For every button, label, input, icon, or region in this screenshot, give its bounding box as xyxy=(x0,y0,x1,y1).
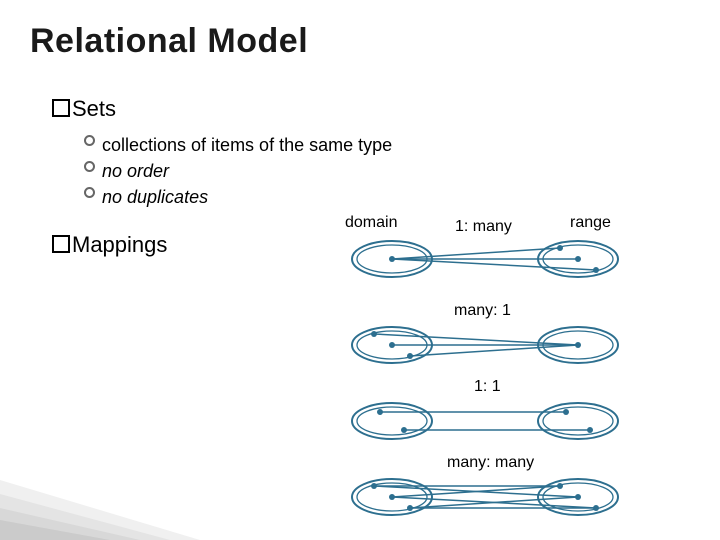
list-item-label: collections of items of the same type xyxy=(102,135,392,155)
slide: Relational Model Sets collections of ite… xyxy=(0,0,720,540)
list-item: collections of items of the same type xyxy=(84,132,392,158)
diagram-1-many xyxy=(350,234,630,284)
bullet-sets-label: Sets xyxy=(72,96,116,121)
bullet-sets: Sets xyxy=(52,96,116,122)
ring-bullet-icon xyxy=(84,135,95,146)
bullet-mappings: Mappings xyxy=(52,232,167,258)
ring-bullet-icon xyxy=(84,187,95,198)
label-1-1: 1: 1 xyxy=(474,378,501,396)
label-many-many: many: many xyxy=(447,454,534,472)
label-domain: domain xyxy=(345,214,397,232)
diagram-many-many xyxy=(350,472,630,522)
label-range: range xyxy=(570,214,611,232)
checkbox-icon xyxy=(52,99,70,117)
list-item: no order xyxy=(84,158,392,184)
diagram-many-1 xyxy=(350,320,630,370)
sets-sublist: collections of items of the same type no… xyxy=(84,132,392,210)
ring-bullet-icon xyxy=(84,161,95,172)
list-item-label: no order xyxy=(102,161,169,181)
checkbox-icon xyxy=(52,235,70,253)
bullet-mappings-label: Mappings xyxy=(72,232,167,257)
diagram-1-1 xyxy=(350,396,630,446)
slide-title: Relational Model xyxy=(30,22,308,61)
list-item-label: no duplicates xyxy=(102,187,208,207)
corner-decoration xyxy=(0,450,210,540)
label-many-1: many: 1 xyxy=(454,302,511,320)
list-item: no duplicates xyxy=(84,184,392,210)
